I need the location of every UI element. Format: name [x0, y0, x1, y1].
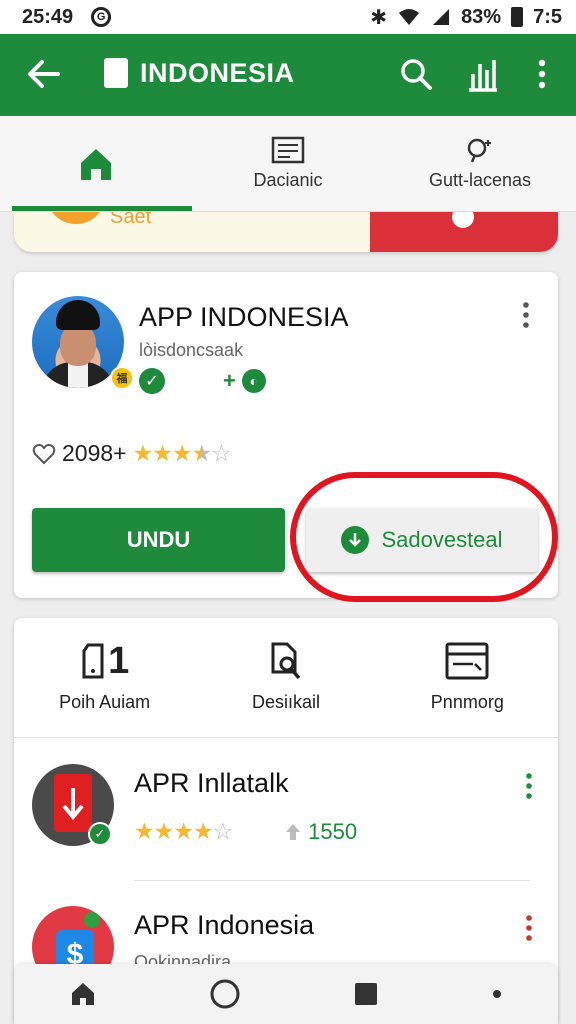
category-label: Poih Auiam [59, 692, 151, 712]
tab-label: Gutt-lacenas [428, 170, 532, 190]
app-logo-icon [104, 58, 128, 88]
category-label: Desiıkail [251, 692, 320, 712]
heart-outline-icon[interactable] [32, 443, 56, 465]
category-row: 1 Poih Auiam Desiıkail Pnnmorg [14, 618, 558, 738]
banner-close-icon[interactable] [452, 212, 474, 228]
star-rating: ★★★★☆ [132, 440, 232, 466]
list-item-more-icon[interactable] [524, 914, 534, 946]
banner-logo-icon [46, 212, 106, 224]
app-bar-title: INDONESIA [140, 58, 295, 88]
notification-icon: G [91, 7, 112, 27]
tab-label: Dacianic [253, 170, 323, 190]
document-icon [271, 136, 305, 164]
signal-icon [433, 9, 450, 25]
app-subtitle: lòisdoncsaak [139, 340, 244, 360]
download-file-icon: 1 [80, 642, 129, 680]
category-item[interactable]: Pnnmorg [377, 618, 558, 737]
category-label: Pnnmorg [430, 692, 504, 712]
download-count: 1550 [282, 819, 357, 845]
download-circle-icon [341, 526, 370, 554]
download-button[interactable]: UNDU [32, 508, 285, 572]
home-icon [81, 148, 111, 180]
back-arrow-icon[interactable] [24, 54, 64, 94]
system-nav-bar [14, 964, 558, 1024]
avatar-badge: 福 [110, 366, 134, 390]
document-search-icon [271, 642, 301, 680]
list-item-more-icon[interactable] [524, 772, 534, 804]
tab-guttlacenas[interactable]: Gutt-lacenas [384, 116, 576, 211]
list-item[interactable]: ✓ APR Inllatalk ★★★★☆ 1550 [14, 738, 558, 880]
nav-dot-icon[interactable] [492, 989, 502, 999]
status-bar: 25:49 G ✱ 83% 7:5 [0, 0, 576, 34]
category-item[interactable]: Desiıkail [195, 618, 376, 737]
app-card-more-icon[interactable] [520, 300, 532, 334]
status-time: 25:49 [22, 5, 74, 28]
app-bar: INDONESIA [0, 34, 576, 116]
app-card: 福 APP INDONESIA lòisdoncsaak ✓ + ◐ 2098+… [14, 272, 558, 602]
app-rating-row: 2098+ ★★★★☆ [32, 440, 232, 467]
tab-home[interactable] [0, 116, 192, 211]
tab-bar: Dacianic Gutt-lacenas [0, 116, 576, 212]
nav-home-icon[interactable] [70, 981, 96, 1007]
battery-icon [511, 7, 524, 27]
status-clock-right: 7:5 [533, 5, 562, 28]
card-icon [445, 642, 489, 680]
list-item-title: APR Inllatalk [134, 768, 289, 798]
banner-text: Saet [110, 212, 152, 228]
like-count: 2098+ [62, 440, 127, 466]
banner-red-panel [370, 212, 558, 252]
tab-active-indicator [12, 206, 192, 211]
tab-dacianic[interactable]: Dacianic [192, 116, 384, 211]
chart-icon[interactable] [466, 56, 500, 92]
bluetooth-icon: ✱ [370, 6, 388, 29]
wifi-icon [399, 9, 420, 25]
list-item-title: APR Indonesia [134, 910, 315, 940]
list-item-meta: ★★★★☆ 1550 [134, 818, 357, 845]
search-plus-icon [467, 138, 491, 163]
save-button[interactable]: Sadovesteal [306, 508, 538, 572]
verified-check-icon: ✓ [88, 822, 112, 846]
download-count-icon [286, 823, 301, 840]
save-button-label: Sadovesteal [381, 527, 503, 552]
star-rating: ★★★★☆ [134, 818, 233, 844]
nav-circle-icon[interactable] [209, 978, 241, 1010]
category-item[interactable]: 1 Poih Auiam [14, 618, 195, 737]
more-vert-icon[interactable] [534, 56, 550, 92]
nav-square-icon[interactable] [353, 981, 379, 1007]
promo-banner[interactable]: Saet [14, 212, 558, 252]
app-action-icons: ✓ + ◐ [139, 368, 266, 394]
add-globe-icon[interactable]: + ◐ [223, 368, 266, 394]
battery-percent: 83% [461, 5, 502, 28]
search-icon[interactable] [398, 56, 434, 92]
app-name: APP INDONESIA [139, 302, 349, 332]
verified-check-icon[interactable]: ✓ [139, 368, 165, 394]
